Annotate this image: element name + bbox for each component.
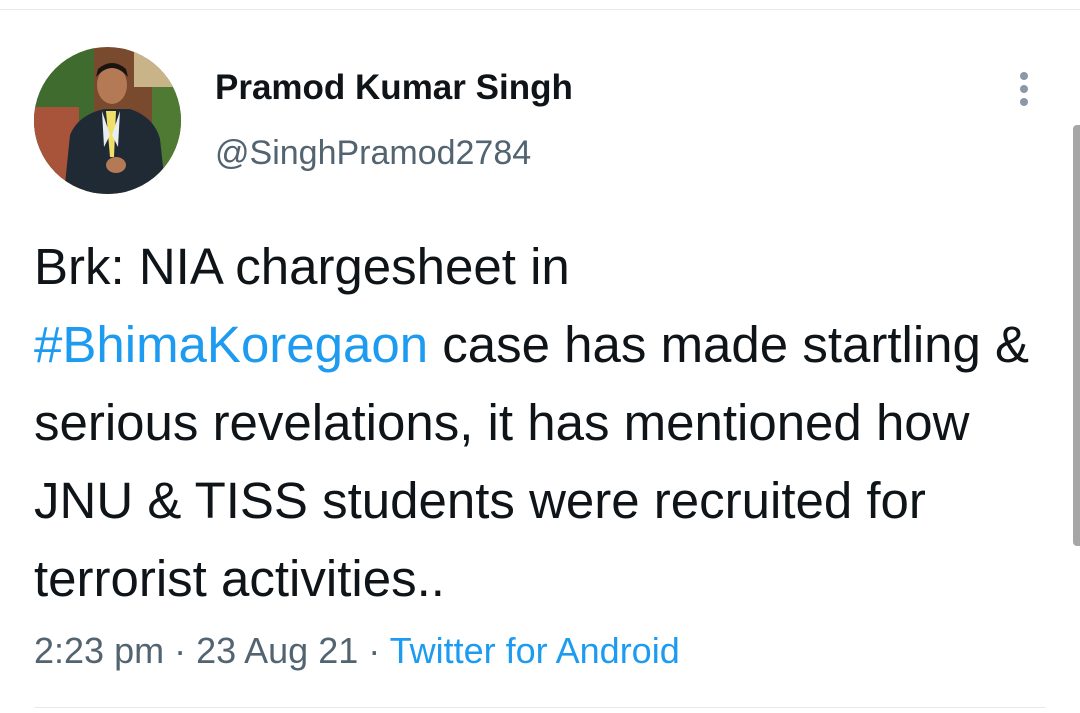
tweet-meta: 2:23 pm · 23 Aug 21 · Twitter for Androi… xyxy=(34,628,680,674)
tweet-time[interactable]: 2:23 pm xyxy=(34,630,164,671)
tweet-text: Brk: NIA chargesheet in #BhimaKoregaon ca… xyxy=(34,228,1054,618)
tweet-text-part1: Brk: NIA chargesheet in xyxy=(34,238,570,295)
avatar-photo xyxy=(34,47,181,194)
author-handle[interactable]: @SinghPramod2784 xyxy=(215,131,531,175)
more-options-icon xyxy=(1020,72,1028,106)
tweet-source-link[interactable]: Twitter for Android xyxy=(390,630,680,671)
author-avatar[interactable] xyxy=(34,47,181,194)
bottom-divider xyxy=(34,707,1046,708)
hashtag-link[interactable]: #BhimaKoregaon xyxy=(34,316,428,373)
top-divider xyxy=(0,9,1080,10)
scrollbar[interactable] xyxy=(1073,125,1080,546)
author-display-name[interactable]: Pramod Kumar Singh xyxy=(215,66,573,110)
tweet-date[interactable]: 23 Aug 21 xyxy=(196,630,358,671)
more-options-button[interactable] xyxy=(1008,64,1040,114)
meta-separator: · xyxy=(358,630,390,671)
meta-separator: · xyxy=(164,630,197,671)
